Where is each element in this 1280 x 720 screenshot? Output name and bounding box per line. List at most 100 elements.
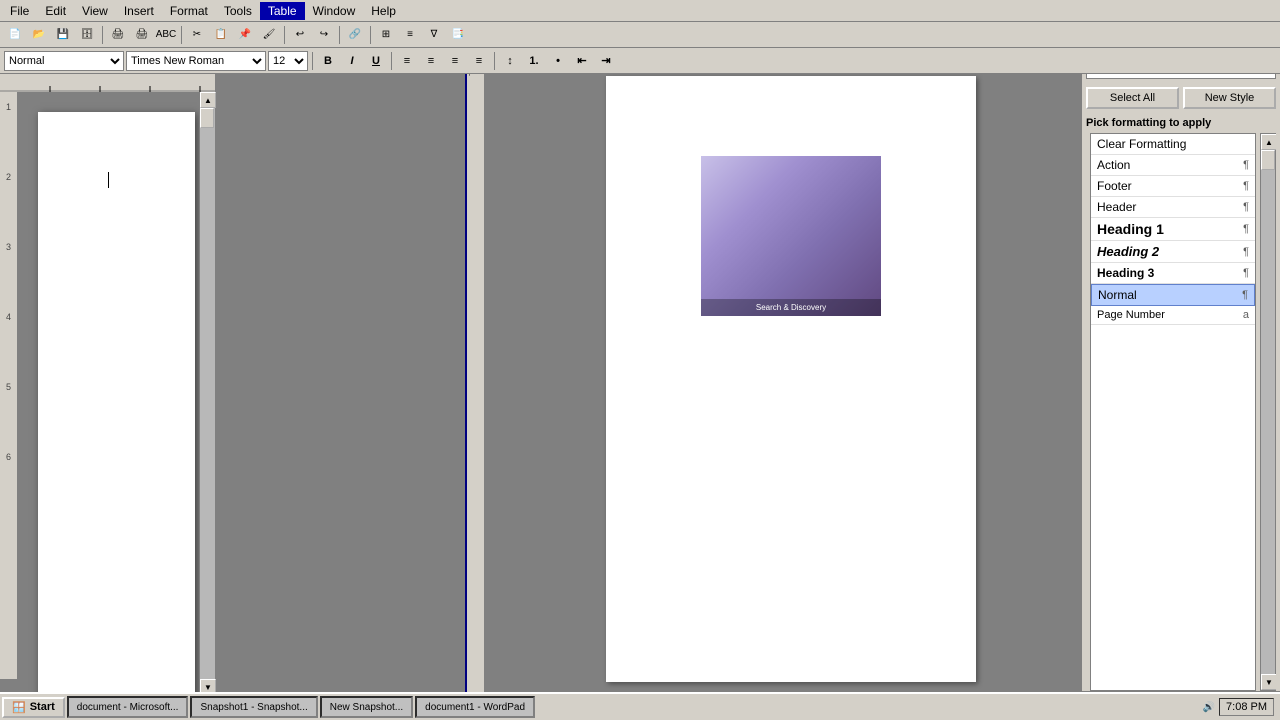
doc-map-btn[interactable]: 📑 bbox=[447, 25, 469, 45]
justify-btn[interactable]: ≡ bbox=[468, 51, 490, 71]
pick-formatting-label: Pick formatting to apply bbox=[1082, 113, 1280, 133]
menu-table[interactable]: Table bbox=[260, 2, 305, 20]
hyperlink-btn[interactable]: 🔗 bbox=[344, 25, 366, 45]
style-scroll-thumb[interactable] bbox=[1261, 150, 1275, 170]
sep2 bbox=[181, 26, 182, 44]
print-preview-btn[interactable]: 🖨 bbox=[107, 25, 129, 45]
format-painter-btn[interactable]: 🖌 bbox=[258, 25, 280, 45]
taskbar-item-1[interactable]: Snapshot1 - Snapshot... bbox=[190, 696, 317, 718]
align-left-btn[interactable]: ≡ bbox=[396, 51, 418, 71]
style-item-footer[interactable]: Footer ¶ bbox=[1091, 176, 1255, 197]
sw-left-margin: L bbox=[467, 66, 485, 692]
align-center-btn[interactable]: ≡ bbox=[420, 51, 442, 71]
paste-btn[interactable]: 📌 bbox=[234, 25, 256, 45]
menu-window[interactable]: Window bbox=[305, 2, 364, 20]
cut-btn[interactable]: ✂ bbox=[186, 25, 208, 45]
sep4 bbox=[339, 26, 340, 44]
style-selector[interactable]: Normal bbox=[4, 51, 124, 71]
volume-icon: 🔊 bbox=[1203, 702, 1215, 713]
menu-format[interactable]: Format bbox=[162, 2, 216, 20]
style-item-heading3[interactable]: Heading 3 ¶ bbox=[1091, 263, 1255, 284]
redo-btn[interactable]: ↪ bbox=[313, 25, 335, 45]
scroll-track[interactable] bbox=[200, 108, 215, 679]
italic-btn[interactable]: I bbox=[341, 51, 363, 71]
increase-indent-btn[interactable]: ⇥ bbox=[595, 51, 617, 71]
new-btn[interactable]: 📄 bbox=[4, 25, 26, 45]
select-all-btn[interactable]: Select All bbox=[1086, 87, 1179, 109]
line-spacing-btn[interactable]: ↕ bbox=[499, 51, 521, 71]
taskbar-item-2[interactable]: New Snapshot... bbox=[320, 696, 413, 718]
style-list[interactable]: Clear Formatting Action ¶ Footer ¶ Heade… bbox=[1090, 133, 1256, 691]
style-list-container: Clear Formatting Action ¶ Footer ¶ Heade… bbox=[1086, 133, 1276, 691]
menu-bar: File Edit View Insert Format Tools Table… bbox=[0, 0, 1280, 22]
sw-doc-area[interactable]: Search & Discovery bbox=[485, 66, 1097, 692]
format-toolbar: Normal Times New Roman 12 B I U ≡ ≡ ≡ ≡ … bbox=[0, 48, 1280, 74]
scroll-up-arrow[interactable]: ▲ bbox=[200, 92, 216, 108]
taskbar-item-label-2: New Snapshot... bbox=[330, 702, 403, 713]
sw-document-page[interactable]: Search & Discovery bbox=[606, 76, 976, 682]
scroll-thumb[interactable] bbox=[200, 108, 214, 128]
open-btn[interactable]: 📂 bbox=[28, 25, 50, 45]
align-right-btn[interactable]: ≡ bbox=[444, 51, 466, 71]
table-btn[interactable]: ⊞ bbox=[375, 25, 397, 45]
cols-btn[interactable]: ≡ bbox=[399, 25, 421, 45]
sw-document-image: Search & Discovery bbox=[701, 156, 881, 316]
menu-insert[interactable]: Insert bbox=[116, 2, 162, 20]
taskbar-item-label-1: Snapshot1 - Snapshot... bbox=[200, 702, 307, 713]
system-clock: 7:08 PM bbox=[1219, 698, 1274, 716]
taskbar-item-label-0: document - Microsoft... bbox=[77, 702, 179, 713]
spell-btn[interactable]: ABC bbox=[155, 25, 177, 45]
left-margin: 1 2 3 4 5 6 bbox=[0, 92, 18, 679]
style-item-action[interactable]: Action ¶ bbox=[1091, 155, 1255, 176]
print-btn[interactable]: 🖨 bbox=[131, 25, 153, 45]
font-selector[interactable]: Times New Roman bbox=[126, 51, 266, 71]
document-page[interactable]: Search & Discovery bbox=[38, 112, 195, 695]
menu-edit[interactable]: Edit bbox=[37, 2, 74, 20]
style-item-header[interactable]: Header ¶ bbox=[1091, 197, 1255, 218]
style-item-pagenumber[interactable]: Page Number a bbox=[1091, 306, 1255, 325]
main-content-area[interactable]: Search & Discovery bbox=[18, 92, 215, 695]
style-scroll-up[interactable]: ▲ bbox=[1261, 134, 1276, 150]
save-btn[interactable]: 💾 bbox=[52, 25, 74, 45]
size-selector[interactable]: 12 bbox=[268, 51, 308, 71]
drawing-btn[interactable]: ∇ bbox=[423, 25, 445, 45]
start-button[interactable]: 🪟 Start bbox=[2, 697, 65, 718]
taskbar: 🪟 Start document - Microsoft... Snapshot… bbox=[0, 692, 1280, 720]
copy-btn[interactable]: 📋 bbox=[210, 25, 232, 45]
menu-tools[interactable]: Tools bbox=[216, 2, 260, 20]
underline-btn[interactable]: U bbox=[365, 51, 387, 71]
sep5 bbox=[370, 26, 371, 44]
style-scroll-down[interactable]: ▼ bbox=[1261, 674, 1276, 690]
style-item-clear-formatting[interactable]: Clear Formatting bbox=[1091, 134, 1255, 155]
main-scrollbar[interactable]: ▲ ▼ bbox=[199, 92, 215, 695]
bullets-btn[interactable]: • bbox=[547, 51, 569, 71]
style-item-heading1[interactable]: Heading 1 ¶ bbox=[1091, 218, 1255, 241]
sep7 bbox=[391, 52, 392, 70]
bold-btn[interactable]: B bbox=[317, 51, 339, 71]
taskbar-item-0[interactable]: document - Microsoft... bbox=[67, 696, 189, 718]
style-item-heading2[interactable]: Heading 2 ¶ bbox=[1091, 241, 1255, 263]
menu-view[interactable]: View bbox=[74, 2, 116, 20]
ruler: 1 4 bbox=[0, 74, 215, 92]
undo-btn[interactable]: ↩ bbox=[289, 25, 311, 45]
standard-toolbar: 📄 📂 💾 🗄 🖨 🖨 ABC ✂ 📋 📌 🖌 ↩ ↪ 🔗 ⊞ ≡ ∇ 📑 bbox=[0, 22, 1280, 48]
taskbar-item-3[interactable]: document1 - WordPad bbox=[415, 696, 535, 718]
styles-action-buttons: Select All New Style bbox=[1086, 87, 1276, 109]
numbering-btn[interactable]: 1. bbox=[523, 51, 545, 71]
decrease-indent-btn[interactable]: ⇤ bbox=[571, 51, 593, 71]
sep1 bbox=[102, 26, 103, 44]
taskbar-item-label-3: document1 - WordPad bbox=[425, 702, 525, 713]
sep3 bbox=[284, 26, 285, 44]
save-as-btn[interactable]: 🗄 bbox=[76, 25, 98, 45]
new-style-btn[interactable]: New Style bbox=[1183, 87, 1276, 109]
style-scroll-track[interactable] bbox=[1261, 150, 1275, 674]
text-cursor bbox=[108, 172, 109, 188]
style-item-normal[interactable]: Normal ¶ bbox=[1091, 284, 1255, 306]
start-icon: 🪟 bbox=[12, 701, 26, 714]
sep6 bbox=[312, 52, 313, 70]
styles-formatting-panel: ◄ ► Styles and Formatting × Formatting o… bbox=[1080, 0, 1280, 720]
menu-file[interactable]: File bbox=[2, 2, 37, 20]
menu-help[interactable]: Help bbox=[363, 2, 404, 20]
taskbar-right: 🔊 7:08 PM bbox=[1203, 698, 1278, 716]
sw-image-caption: Search & Discovery bbox=[701, 299, 881, 316]
